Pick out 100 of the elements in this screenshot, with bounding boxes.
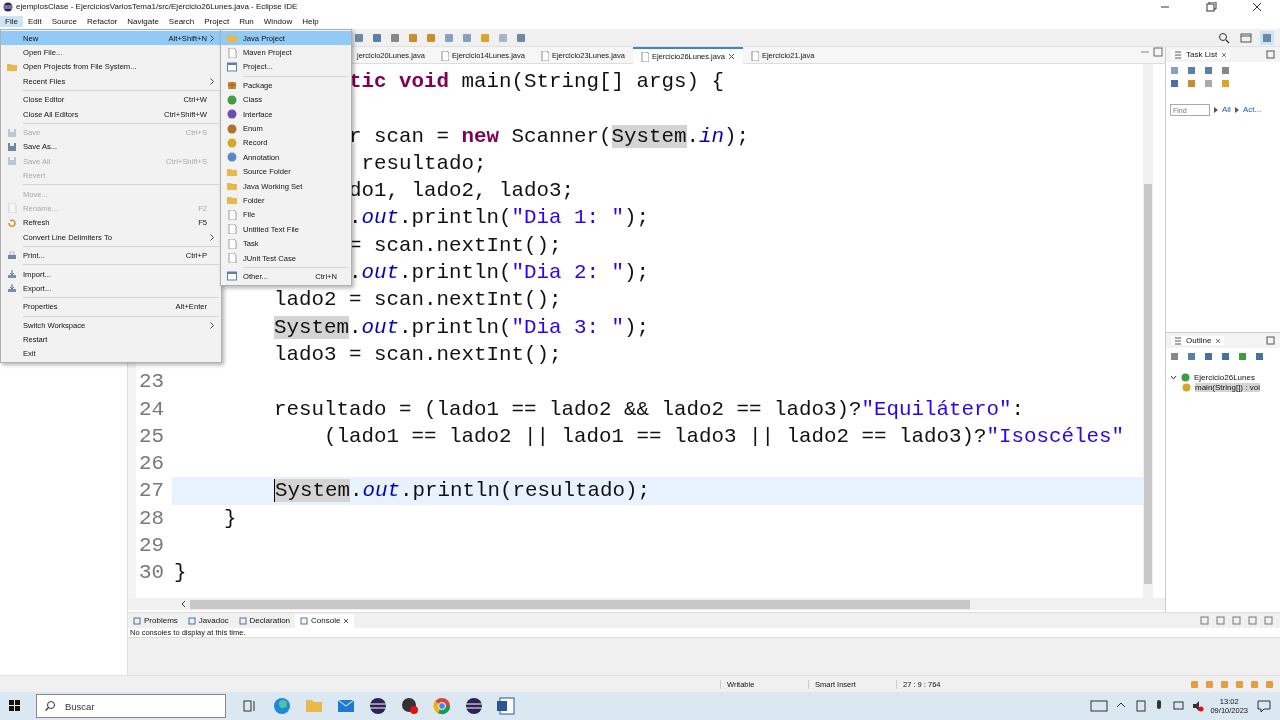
circle-icon (1181, 373, 1190, 383)
code-line: resultado; (361, 150, 487, 177)
scrollbar-thumb[interactable] (1144, 184, 1152, 584)
circle-icon (227, 137, 237, 148)
code-line: lado2 = scan.nextInt(); (274, 287, 562, 314)
circle-icon (227, 94, 237, 105)
page-icon (227, 253, 237, 264)
toolbar-icon[interactable] (408, 32, 418, 43)
toolbar-icon[interactable] (516, 32, 526, 43)
menu-item[interactable]: Project (199, 15, 235, 28)
scrollbar-thumb[interactable] (190, 599, 970, 609)
close-icon[interactable] (343, 617, 350, 624)
list-icon (1174, 336, 1182, 345)
code-line: tic void main(String[] args) { (349, 69, 724, 95)
code-line: resultado = (lado1 == lado2 && lado2 == lado3)?"Equilátero": (274, 396, 1024, 423)
list-icon (1174, 50, 1182, 59)
maximize-icon[interactable] (1151, 47, 1165, 57)
circle-icon (1182, 382, 1191, 392)
package-icon (227, 80, 237, 91)
toolbar-icon[interactable] (426, 32, 436, 43)
filter-link[interactable]: Act... (1242, 105, 1262, 115)
news-icon[interactable] (1089, 698, 1110, 714)
folder-icon (7, 61, 17, 72)
chevron-down-icon[interactable] (1170, 374, 1177, 382)
page-icon (227, 224, 237, 235)
code-line: .out.println("Dia 1: "); (349, 205, 649, 232)
scroll-left-icon[interactable] (180, 600, 186, 608)
view-icon (238, 616, 247, 625)
toolbar-icon[interactable] (462, 32, 472, 43)
tree-item[interactable]: main(String[]) : voi (1195, 382, 1260, 393)
chevron-right-icon (210, 77, 214, 85)
maximize-icon[interactable] (1266, 336, 1275, 345)
menu-item[interactable]: Navigate (122, 15, 164, 28)
code-line: lado3 = scan.nextInt(); (274, 341, 562, 368)
toolbar-icon[interactable] (390, 32, 400, 43)
toolbar-icon[interactable] (444, 32, 454, 43)
document-icon[interactable] (495, 695, 517, 717)
java-perspective-icon[interactable] (1260, 30, 1274, 45)
triangle-icon (1234, 107, 1239, 113)
filter-link[interactable]: All (1222, 105, 1231, 115)
view-icon (300, 616, 309, 625)
swirl-icon[interactable] (271, 695, 293, 717)
circles-icon[interactable] (399, 695, 421, 717)
current-code-line: System.out.println(resultado); (274, 478, 650, 505)
folder-icon (227, 195, 237, 206)
view-tab[interactable]: Declaration (233, 613, 296, 628)
striped-circle-icon[interactable] (463, 695, 485, 717)
menu-item[interactable]: File (0, 15, 23, 28)
maximize-icon[interactable] (1266, 50, 1275, 59)
toolbar-icon[interactable] (372, 32, 382, 43)
java-file-icon (540, 50, 549, 61)
code-line: r scan = new Scanner(System.in); (349, 123, 749, 150)
java-file-icon (750, 50, 759, 61)
menu-item[interactable]: Help (297, 15, 324, 28)
code-line: (lado1 == lado2 || lado1 == lado3 || lado2 == lado3)?"Isoscéles" (324, 423, 1124, 450)
tree-item[interactable]: Ejercicio26Lunes (1194, 373, 1255, 383)
toolbar-icon[interactable] (354, 32, 364, 43)
java-file-icon (440, 50, 449, 61)
code-line: System.out.println("Dia 3: "); (274, 314, 649, 341)
page-icon (227, 238, 237, 249)
view-icon (133, 616, 141, 625)
page-icon (227, 209, 237, 220)
chevron-right-icon (210, 321, 214, 329)
search-icon[interactable] (1218, 31, 1230, 44)
network-icon[interactable] (1134, 698, 1148, 714)
chevron-right-icon (210, 34, 214, 42)
window-icon (227, 271, 237, 282)
code-line: .out.println("Dia 2: "); (349, 260, 649, 287)
view-tab[interactable]: Console (295, 613, 355, 628)
striped-circle-icon[interactable] (367, 695, 389, 717)
circle-icon (227, 152, 237, 163)
java-file-icon (640, 51, 649, 62)
menu-item[interactable]: Search (163, 15, 200, 28)
ring-icon[interactable] (431, 695, 453, 717)
menu-item[interactable]: Source (46, 15, 83, 28)
close-icon[interactable] (727, 53, 735, 60)
chevron-right-icon (210, 233, 214, 241)
code-line: } (174, 560, 187, 587)
notification-icon[interactable] (1256, 698, 1272, 714)
folder-icon (227, 33, 237, 44)
printer-icon (7, 250, 17, 261)
view-tab[interactable]: Javadoc (182, 613, 234, 628)
perspective-icon[interactable] (1240, 31, 1252, 44)
view-icon (187, 616, 196, 625)
page-icon (227, 47, 237, 58)
menu-item[interactable]: Refactor (82, 15, 123, 28)
view-tab[interactable]: Problems (128, 613, 183, 628)
search-icon (44, 700, 56, 712)
tray-icon (7, 269, 17, 280)
view-tab[interactable]: Outline (1171, 335, 1225, 346)
circle-icon (227, 123, 237, 134)
search-field[interactable]: Buscar (36, 694, 226, 718)
window-icon (227, 61, 237, 72)
refresh-icon (7, 217, 17, 228)
view-tab[interactable]: Task List (1171, 49, 1231, 60)
triangle-icon (1214, 107, 1218, 113)
menu-item[interactable]: Run (234, 15, 259, 28)
menu-item[interactable]: Window (258, 15, 298, 28)
menu-item[interactable]: Edit (22, 15, 47, 28)
code-line: } (224, 505, 237, 532)
